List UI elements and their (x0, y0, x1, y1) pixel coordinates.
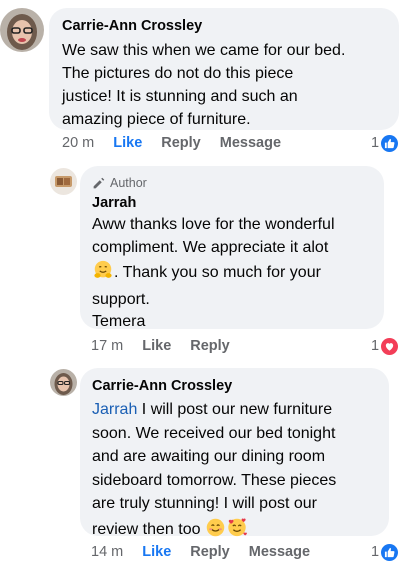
comment-author-name[interactable]: Carrie-Ann Crossley (92, 377, 377, 395)
comment-line: are truly stunning! I will post our (92, 495, 317, 512)
comment-timestamp[interactable]: 20 m (62, 135, 94, 151)
message-button[interactable]: Message (249, 544, 310, 560)
comment-actions: 14 m Like Reply Message (91, 542, 329, 562)
smiling-face-emoji (205, 517, 226, 546)
reaction-count: 1 (371, 338, 380, 354)
like-button[interactable]: Like (142, 338, 171, 354)
comment-line: The pictures do not do this piece (62, 65, 294, 82)
reaction-summary[interactable]: 1 (371, 542, 399, 562)
author-badge-label: Author (110, 176, 147, 190)
smiling-face-with-hearts-emoji (226, 516, 248, 546)
comment-line: We saw this when we came for our bed. (62, 42, 346, 59)
comment-line: Temera (92, 313, 146, 330)
avatar[interactable] (50, 369, 77, 396)
comment-text: Aww thanks love for the wonderful compli… (92, 214, 372, 334)
comment-timestamp[interactable]: 14 m (91, 544, 123, 560)
reaction-count: 1 (371, 544, 380, 560)
comment-bubble: Carrie-Ann Crossley We saw this when we … (49, 8, 399, 130)
comment-line: review then too (92, 520, 201, 538)
comment-actions: 20 m Like Reply Message (62, 133, 300, 153)
pencil-icon (93, 177, 105, 188)
comment-line: soon. We received our bed tonight (92, 424, 336, 442)
comment-line-with-emoji: review then too (92, 516, 377, 546)
reply-button[interactable]: Reply (161, 135, 201, 151)
comment-line: amazing piece of furniture. (62, 111, 251, 128)
hugging-face-emoji (92, 259, 114, 289)
comment-author-name[interactable]: Jarrah (92, 194, 372, 212)
comment-line: . Thank you so much for your (114, 264, 321, 281)
avatar[interactable] (0, 8, 44, 52)
comment-line: sideboard tomorrow. These pieces (92, 471, 337, 489)
mention-link[interactable]: Jarrah (92, 401, 137, 418)
avatar[interactable] (50, 168, 77, 195)
comment-line-with-mention: Jarrah I will post our new furniture (92, 398, 377, 422)
reply-button[interactable]: Reply (190, 544, 230, 560)
comment-line-with-emoji: . Thank you so much for your (92, 259, 372, 289)
avatar-image (50, 168, 77, 195)
like-icon (381, 134, 399, 152)
reply-button[interactable]: Reply (190, 338, 230, 354)
like-icon (381, 543, 399, 561)
reply-bubble: Author Jarrah Aww thanks love for the wo… (80, 166, 384, 330)
comment-author-name[interactable]: Carrie-Ann Crossley (62, 17, 386, 35)
reaction-summary[interactable]: 1 (371, 133, 399, 153)
message-button[interactable]: Message (220, 135, 281, 151)
comment-text: We saw this when we came for our bed. Th… (62, 39, 386, 131)
comment-line: compliment. We appreciate it alot (92, 238, 329, 256)
comment-timestamp[interactable]: 17 m (91, 338, 123, 354)
comment-line: I will post our new furniture (137, 401, 333, 418)
comment-text: Jarrah I will post our new furniture soo… (92, 398, 377, 545)
reply-bubble: Carrie-Ann Crossley Jarrah I will post o… (80, 368, 389, 538)
author-badge: Author (92, 175, 372, 191)
reaction-summary[interactable]: 1 (371, 336, 399, 356)
like-button[interactable]: Like (142, 544, 171, 560)
like-button[interactable]: Like (113, 135, 142, 151)
comment-actions: 17 m Like Reply (91, 336, 249, 356)
avatar-image (50, 369, 77, 396)
comment-line: support. (92, 290, 150, 308)
comment-line: justice! It is stunning and such an (62, 88, 298, 105)
avatar-image (0, 8, 44, 52)
reaction-count: 1 (371, 135, 380, 151)
love-icon (381, 337, 399, 355)
comment-line: Aww thanks love for the wonderful (92, 216, 335, 233)
comment-line: and are awaiting our dining room (92, 448, 326, 465)
